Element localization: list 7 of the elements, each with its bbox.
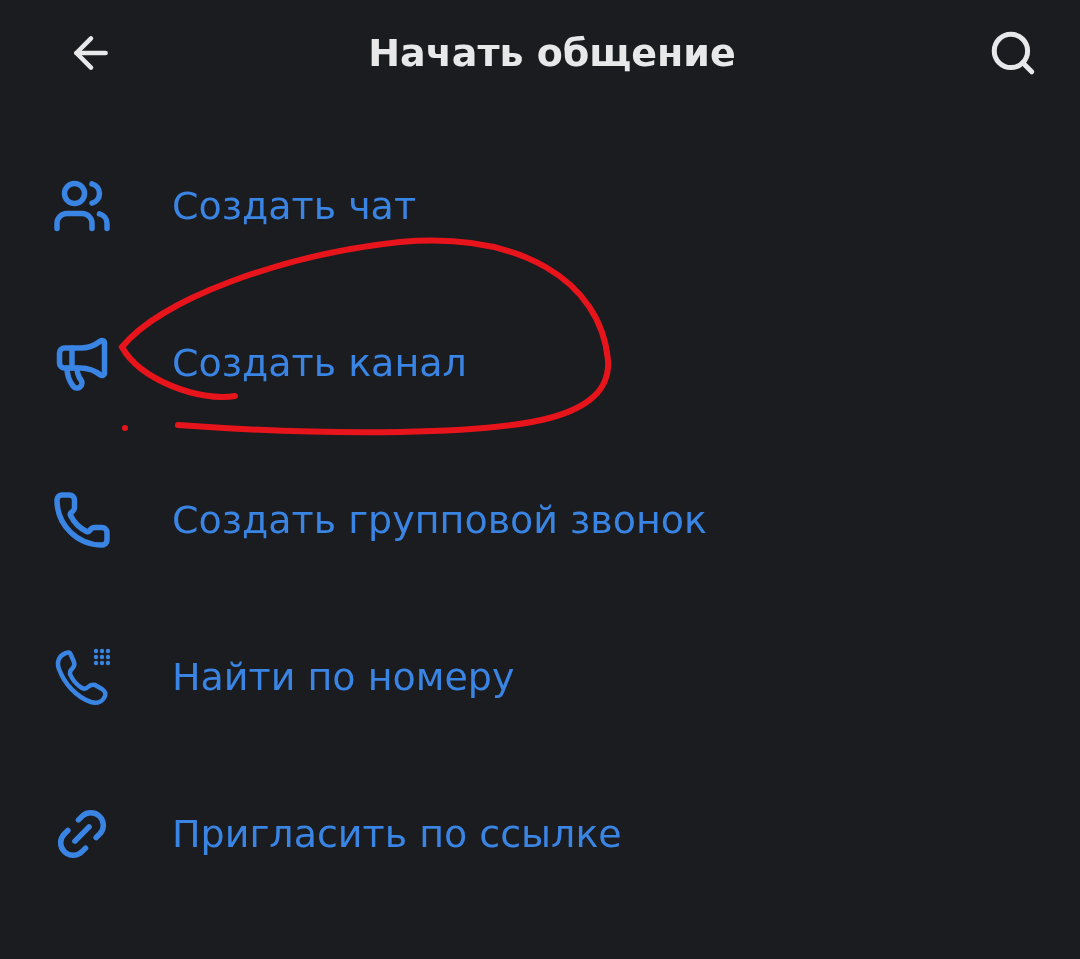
screen-title: Начать общение — [368, 30, 736, 75]
menu-item[interactable]: Создать канал — [0, 284, 1080, 441]
menu-item[interactable]: Пригласить по ссылке — [0, 755, 1080, 912]
menu-item[interactable]: Создать чат — [0, 127, 1080, 284]
menu-item[interactable]: Создать групповой звонок — [0, 441, 1080, 598]
phone-icon — [52, 489, 112, 550]
menu-item[interactable]: Найти по номеру — [0, 598, 1080, 755]
